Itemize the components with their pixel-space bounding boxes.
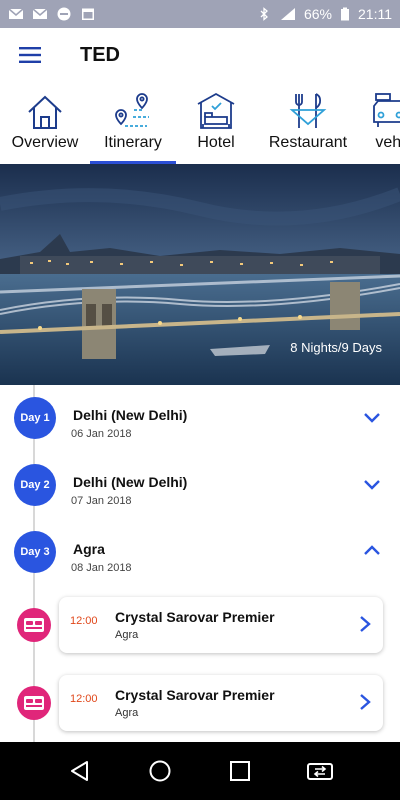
- bed-icon: [17, 686, 51, 720]
- hotel-card[interactable]: 12:00 Crystal Sarovar Premier Agra: [59, 675, 383, 731]
- block-icon: [57, 7, 71, 21]
- tab-label: Overview: [11, 134, 79, 151]
- chevron-right-icon[interactable]: [357, 692, 373, 712]
- day-row[interactable]: Day 1 Delhi (New Delhi) 06 Jan 2018: [0, 397, 400, 453]
- battery-percent: 66%: [303, 6, 332, 22]
- app-bar: TED: [0, 28, 400, 82]
- day-date: 08 Jan 2018: [71, 562, 132, 574]
- home-icon: [149, 760, 171, 782]
- tab-label: Restaurant: [268, 134, 348, 151]
- tab-vehicle[interactable]: vehi: [360, 82, 400, 164]
- status-bar: 66% 21:11: [0, 0, 400, 28]
- system-icons: 66% 21:11: [256, 6, 392, 22]
- battery-icon: [341, 7, 349, 21]
- tab-overview[interactable]: Overview: [0, 82, 90, 164]
- destination-hero-image: 8 Nights/9 Days: [0, 164, 400, 385]
- day-badge: Day 1: [14, 397, 56, 439]
- bluetooth-icon: [260, 7, 268, 21]
- back-button[interactable]: [64, 755, 96, 787]
- home-button[interactable]: [144, 755, 176, 787]
- hotel-building-icon: [197, 92, 235, 129]
- clock: 21:11: [358, 6, 392, 22]
- hotel-item[interactable]: 12:00 Crystal Sarovar Premier Agra: [0, 597, 400, 657]
- day-date: 06 Jan 2018: [71, 428, 132, 440]
- tab-label: vehi: [375, 134, 400, 151]
- hotel-name: Crystal Sarovar Premier: [115, 687, 275, 703]
- day-city: Delhi (New Delhi): [73, 407, 188, 423]
- chevron-right-icon[interactable]: [357, 614, 373, 634]
- day-date: 07 Jan 2018: [71, 495, 132, 507]
- bed-icon: [17, 608, 51, 642]
- trip-duration: 8 Nights/9 Days: [290, 340, 382, 355]
- checkin-time: 12:00: [70, 693, 98, 705]
- gmail-icon: [32, 8, 48, 19]
- hotel-city: Agra: [115, 707, 139, 719]
- chevron-down-icon[interactable]: [362, 474, 382, 494]
- hotel-item[interactable]: 12:00 Crystal Sarovar Premier Agra: [0, 675, 400, 735]
- day-city: Delhi (New Delhi): [73, 474, 188, 490]
- tab-hotel[interactable]: Hotel: [176, 82, 256, 164]
- menu-button[interactable]: [0, 28, 60, 82]
- switch-app-button[interactable]: [304, 755, 336, 787]
- house-icon: [28, 95, 62, 129]
- recents-button[interactable]: [224, 755, 256, 787]
- hamburger-icon: [19, 47, 41, 63]
- notification-icons: [8, 7, 96, 21]
- cutlery-icon: [289, 93, 327, 128]
- day-badge: Day 3: [14, 531, 56, 573]
- tab-restaurant[interactable]: Restaurant: [256, 82, 360, 164]
- hotel-name: Crystal Sarovar Premier: [115, 609, 275, 625]
- back-icon: [71, 761, 88, 781]
- car-icon: [373, 93, 400, 127]
- hotel-card[interactable]: 12:00 Crystal Sarovar Premier Agra: [59, 597, 383, 653]
- gmail-icon: [8, 8, 24, 19]
- day-city: Agra: [73, 541, 105, 557]
- recents-icon: [230, 761, 250, 781]
- chevron-down-icon[interactable]: [362, 407, 382, 427]
- hotel-city: Agra: [115, 629, 139, 641]
- calendar-icon: [82, 8, 94, 20]
- itinerary-timeline: Day 1 Delhi (New Delhi) 06 Jan 2018 Day …: [0, 385, 400, 742]
- checkin-time: 12:00: [70, 615, 98, 627]
- tab-itinerary[interactable]: Itinerary: [90, 82, 176, 164]
- tab-label: Hotel: [197, 134, 235, 151]
- route-pin-icon: [115, 93, 149, 127]
- day-badge: Day 2: [14, 464, 56, 506]
- page-title: TED: [80, 43, 120, 66]
- system-nav-bar: [0, 742, 400, 800]
- chevron-up-icon[interactable]: [362, 541, 382, 561]
- category-tabs: Overview Itinerary Hotel Restaurant vehi: [0, 82, 400, 164]
- day-row[interactable]: Day 2 Delhi (New Delhi) 07 Jan 2018: [0, 464, 400, 520]
- signal-icon: [280, 8, 295, 20]
- tab-label: Itinerary: [104, 134, 162, 151]
- switch-app-icon: [307, 763, 333, 780]
- day-row[interactable]: Day 3 Agra 08 Jan 2018: [0, 531, 400, 587]
